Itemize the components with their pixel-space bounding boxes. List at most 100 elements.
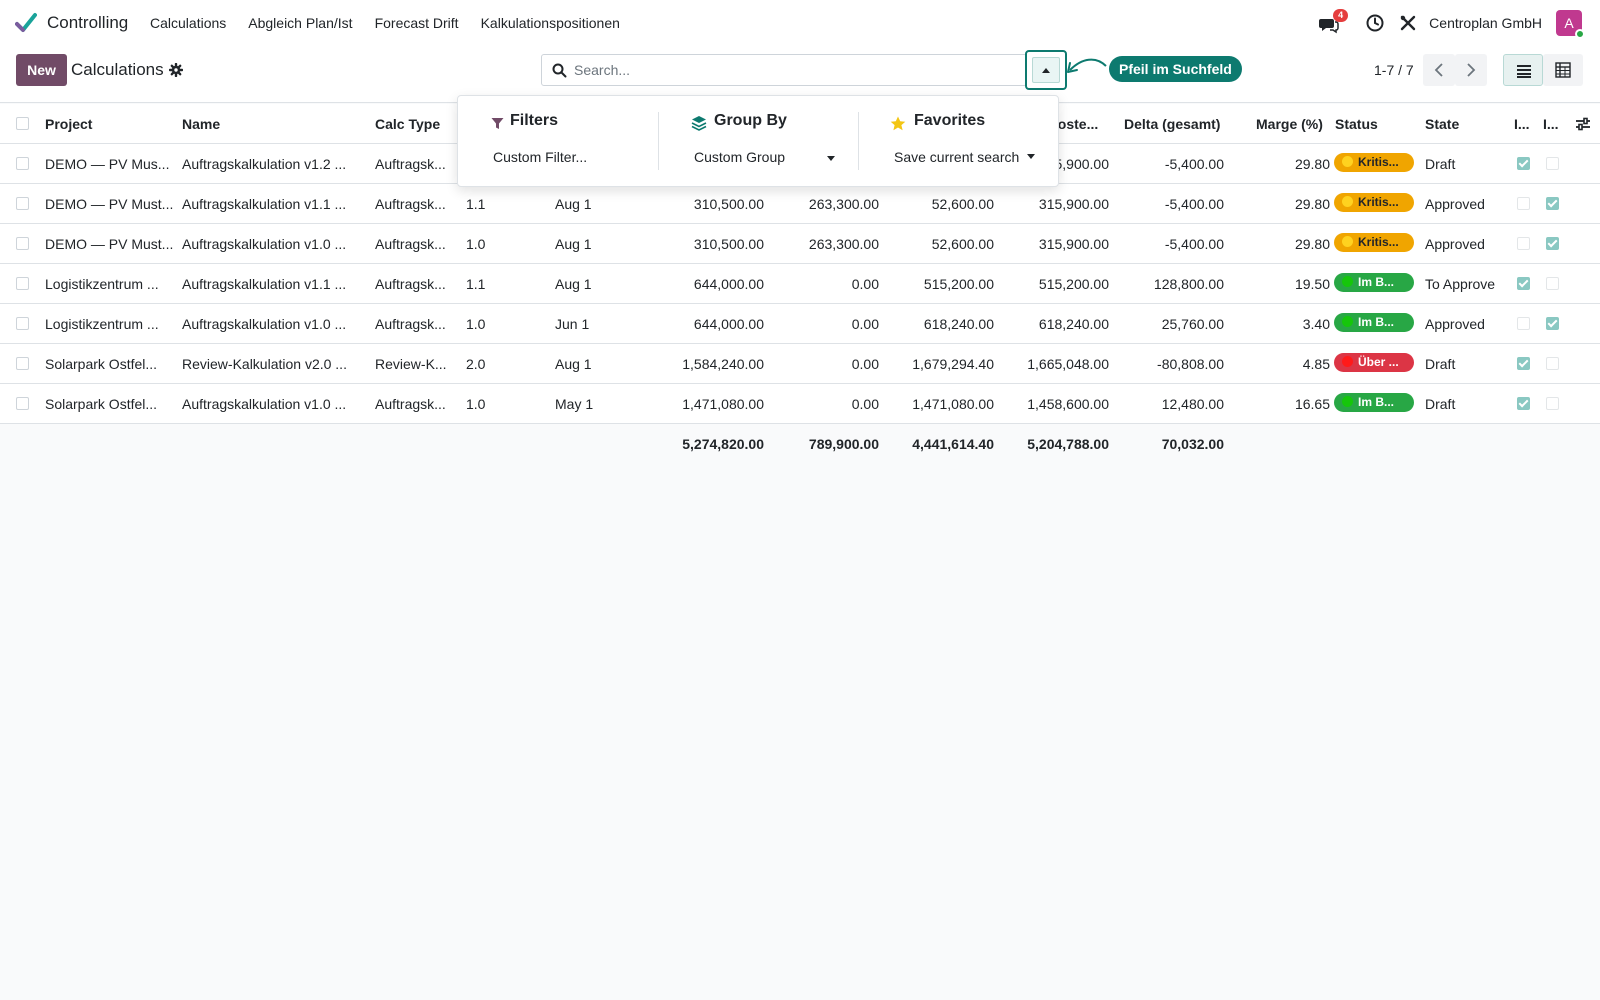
company-switcher[interactable]: Centroplan GmbH <box>1429 15 1542 31</box>
row-select-checkbox[interactable] <box>16 197 29 210</box>
chat-icon[interactable]: 4 <box>1319 9 1349 35</box>
cell-version: 2.0 <box>466 356 486 372</box>
table-row[interactable]: DEMO — PV Must... Auftragskalkulation v1.… <box>0 184 1600 224</box>
custom-filter-item[interactable]: Custom Filter... <box>493 149 587 165</box>
custom-group-caret-icon[interactable] <box>827 156 835 161</box>
column-header-marge[interactable]: Marge (%) <box>1256 116 1323 132</box>
cell-date: Aug 1 <box>555 196 592 212</box>
cell-name: Auftragskalkulation v1.1 ... <box>182 276 347 292</box>
app-name[interactable]: Controlling <box>47 13 128 33</box>
table-row[interactable]: DEMO — PV Must... Auftragskalkulation v1.… <box>0 224 1600 264</box>
cell-value-3: 52,600.00 <box>931 196 994 212</box>
search-panel-toggle-button[interactable] <box>1025 50 1067 90</box>
table-row[interactable]: Logistikzentrum ... Auftragskalkulation v… <box>0 264 1600 304</box>
list-view-icon <box>1517 65 1531 78</box>
cell-project: Solarpark Ostfel... <box>45 356 158 372</box>
select-all-checkbox[interactable] <box>16 117 29 130</box>
column-header-i1[interactable]: I... <box>1514 116 1530 132</box>
menu-item-calculations[interactable]: Calculations <box>150 15 226 31</box>
total-value-4: 5,204,788.00 <box>1027 436 1109 452</box>
list-view-button[interactable] <box>1503 54 1543 86</box>
navbar-systray: 4 Centroplan GmbH A <box>1319 9 1585 39</box>
cell-marge: 4.85 <box>1302 356 1330 372</box>
cell-value-2: 263,300.00 <box>808 236 879 252</box>
search-input[interactable] <box>574 57 1014 83</box>
table-totals-row: 5,274,820.00 789,900.00 4,441,614.40 5,2… <box>0 424 1600 464</box>
table-row[interactable]: Logistikzentrum ... Auftragskalkulation v… <box>0 304 1600 344</box>
column-header-i2[interactable]: I... <box>1543 116 1559 132</box>
gear-icon[interactable] <box>169 63 183 77</box>
table-row[interactable]: Solarpark Ostfel... Auftragskalkulation v… <box>0 384 1600 424</box>
flag-checkbox-2 <box>1546 317 1559 330</box>
flag-checkbox-1 <box>1517 357 1530 370</box>
cell-marge: 16.65 <box>1294 396 1330 412</box>
column-header-status[interactable]: Status <box>1335 116 1378 132</box>
flag-checkbox-1 <box>1517 197 1530 210</box>
total-value-1: 5,274,820.00 <box>682 436 764 452</box>
table-row[interactable]: Solarpark Ostfel... Review-Kalkulation v2… <box>0 344 1600 384</box>
new-button[interactable]: New <box>16 54 67 86</box>
pivot-view-button[interactable] <box>1543 54 1583 86</box>
total-value-3: 4,441,614.40 <box>912 436 994 452</box>
status-badge: Im B... <box>1334 313 1414 332</box>
save-current-search-item[interactable]: Save current search <box>894 149 1019 165</box>
cell-version: 1.0 <box>466 316 486 332</box>
flag-checkbox-1 <box>1517 317 1530 330</box>
status-dot-icon <box>1342 316 1353 327</box>
pager-next-button[interactable] <box>1455 54 1487 86</box>
status-label: Kritis... <box>1358 195 1399 209</box>
cell-value-1: 1,471,080.00 <box>682 396 764 412</box>
debug-tools-icon[interactable] <box>1399 14 1417 32</box>
cell-calc-type: Review-K... <box>375 356 447 372</box>
column-header-name[interactable]: Name <box>182 116 220 132</box>
cell-delta: 12,480.00 <box>1161 396 1224 412</box>
optional-columns-icon[interactable] <box>1575 117 1591 131</box>
layers-icon <box>691 116 707 131</box>
row-select-checkbox[interactable] <box>16 357 29 370</box>
row-select-checkbox[interactable] <box>16 397 29 410</box>
row-select-checkbox[interactable] <box>16 237 29 250</box>
row-select-checkbox[interactable] <box>16 317 29 330</box>
star-icon <box>890 116 906 131</box>
cell-value-2: 0.00 <box>851 356 879 372</box>
user-avatar[interactable]: A <box>1556 10 1585 39</box>
status-dot-icon <box>1342 276 1353 287</box>
custom-group-select[interactable]: Custom Group <box>694 149 785 165</box>
status-dot-icon <box>1342 156 1353 167</box>
pager-value[interactable]: 1-7 / 7 <box>1374 62 1414 78</box>
cell-project: Solarpark Ostfel... <box>45 396 158 412</box>
cell-value-3: 1,471,080.00 <box>912 396 994 412</box>
cell-version: 1.0 <box>466 396 486 412</box>
column-header-delta[interactable]: Delta (gesamt) <box>1124 116 1220 132</box>
pager-previous-button[interactable] <box>1423 54 1455 86</box>
app-logo-icon[interactable] <box>15 12 37 34</box>
cell-state: Draft <box>1425 156 1456 172</box>
menu-item-forecast-drift[interactable]: Forecast Drift <box>375 15 459 31</box>
cell-value-1: 644,000.00 <box>693 316 764 332</box>
row-select-checkbox[interactable] <box>16 157 29 170</box>
column-header-calc-type[interactable]: Calc Type <box>375 116 440 132</box>
cell-name: Auftragskalkulation v1.0 ... <box>182 396 347 412</box>
cell-marge: 29.80 <box>1294 156 1330 172</box>
chevron-left-icon <box>1434 63 1443 77</box>
toggle-inner <box>1032 57 1060 83</box>
avatar-letter: A <box>1564 15 1574 31</box>
status-badge: Über ... <box>1334 353 1414 372</box>
cell-name: Auftragskalkulation v1.1 ... <box>182 196 347 212</box>
cell-project: Logistikzentrum ... <box>45 276 159 292</box>
cell-value-1: 1,584,240.00 <box>682 356 764 372</box>
activity-clock-icon[interactable] <box>1365 13 1385 33</box>
column-header-state[interactable]: State <box>1425 116 1459 132</box>
menu-item-abgleich[interactable]: Abgleich Plan/Ist <box>248 15 352 31</box>
chevron-right-icon <box>1467 63 1476 77</box>
cell-calc-type: Auftragsk... <box>375 276 446 292</box>
menu-item-kalkulationspositionen[interactable]: Kalkulationspositionen <box>481 15 620 31</box>
cell-date: Aug 1 <box>555 356 592 372</box>
cell-value-1: 644,000.00 <box>693 276 764 292</box>
cell-date: Jun 1 <box>555 316 590 332</box>
cell-marge: 29.80 <box>1294 236 1330 252</box>
flag-checkbox-1 <box>1517 277 1530 290</box>
column-header-project[interactable]: Project <box>45 116 92 132</box>
save-search-caret-icon[interactable] <box>1027 154 1035 159</box>
row-select-checkbox[interactable] <box>16 277 29 290</box>
